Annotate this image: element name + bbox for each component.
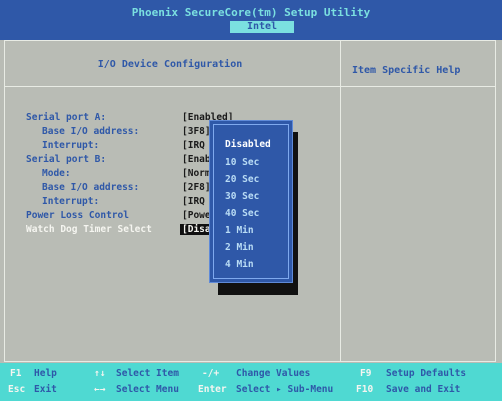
key-desc-select-menu: Select Menu	[116, 384, 179, 395]
key-f1: F1	[10, 368, 22, 379]
setting-value-base-io-a[interactable]: [3F8]	[182, 126, 211, 137]
key-left-right: ←→	[94, 384, 106, 395]
key-f10: F10	[356, 384, 374, 395]
key-minus-plus: -/+	[202, 368, 220, 379]
setting-label-power-loss: Power Loss Control	[26, 210, 129, 221]
key-f9: F9	[360, 368, 372, 379]
key-enter: Enter	[198, 384, 227, 395]
title-divider	[4, 86, 496, 87]
help-title: Item Specific Help	[352, 65, 461, 76]
panel-divider	[340, 40, 341, 362]
key-desc-setup-defaults: Setup Defaults	[386, 368, 467, 379]
setting-value-base-io-b[interactable]: [2F8]	[182, 182, 211, 193]
popup-option-10-sec[interactable]: 10 Sec	[225, 157, 259, 168]
key-esc: Esc	[8, 384, 26, 395]
key-up-down: ↑↓	[94, 368, 106, 379]
tab-intel[interactable]: Intel	[230, 21, 294, 33]
panel-title: I/O Device Configuration	[97, 59, 243, 70]
popup-option-disabled[interactable]: Disabled	[225, 139, 271, 150]
setting-label-base-io-a: Base I/O address:	[42, 126, 140, 137]
footer-keybar: F1 Help ↑↓ Select Item -/+ Change Values…	[0, 363, 502, 401]
popup-option-20-sec[interactable]: 20 Sec	[225, 174, 259, 185]
bios-screen: Phoenix SecureCore(tm) Setup Utility Int…	[0, 0, 502, 401]
setting-label-base-io-b: Base I/O address:	[42, 182, 140, 193]
setting-value-interrupt-b[interactable]: [IRQ	[182, 196, 205, 207]
setting-label-interrupt-a: Interrupt:	[42, 140, 100, 151]
key-desc-select-submenu: Select ▸ Sub-Menu	[236, 384, 334, 395]
setting-label-serial-port-a: Serial port A:	[26, 112, 107, 123]
popup-option-1-min[interactable]: 1 Min	[225, 225, 254, 236]
setting-label-watchdog: Watch Dog Timer Select	[26, 224, 152, 235]
app-title: Phoenix SecureCore(tm) Setup Utility	[131, 6, 371, 19]
setting-value-watchdog[interactable]: [Disa	[180, 224, 213, 235]
popup-option-2-min[interactable]: 2 Min	[225, 242, 254, 253]
setting-label-serial-port-b: Serial port B:	[26, 154, 107, 165]
setting-label-mode-b: Mode:	[42, 168, 71, 179]
popup-option-30-sec[interactable]: 30 Sec	[225, 191, 259, 202]
watchdog-options-popup: Disabled 10 Sec 20 Sec 30 Sec 40 Sec 1 M…	[209, 120, 293, 283]
key-desc-save-exit: Save and Exit	[386, 384, 461, 395]
setting-value-interrupt-a[interactable]: [IRQ	[182, 140, 205, 151]
header-bar: Phoenix SecureCore(tm) Setup Utility Int…	[0, 0, 502, 40]
key-desc-select-item: Select Item	[116, 368, 179, 379]
key-desc-help: Help	[34, 368, 57, 379]
setting-value-serial-port-b[interactable]: [Enab	[182, 154, 211, 165]
key-desc-exit: Exit	[34, 384, 57, 395]
popup-option-40-sec[interactable]: 40 Sec	[225, 208, 259, 219]
key-desc-change-values: Change Values	[236, 368, 311, 379]
setting-label-interrupt-b: Interrupt:	[42, 196, 100, 207]
popup-option-4-min[interactable]: 4 Min	[225, 259, 254, 270]
setting-value-mode-b[interactable]: [Norm	[182, 168, 211, 179]
